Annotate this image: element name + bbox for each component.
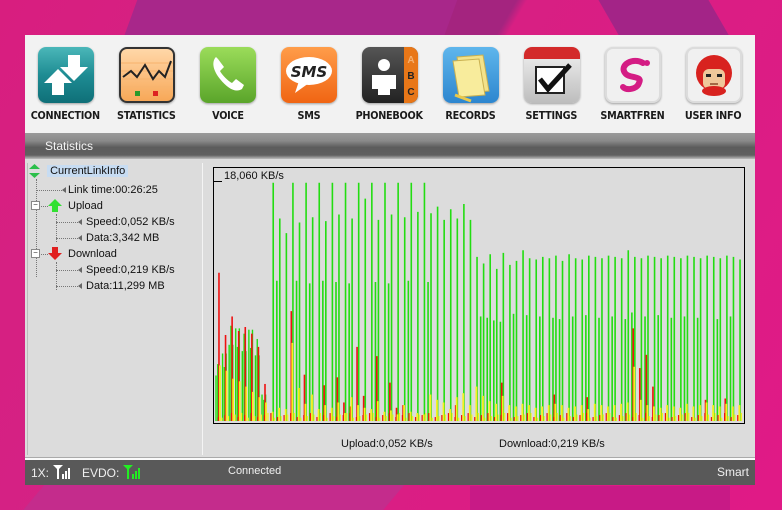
toolbar-phonebook-button[interactable]: ABC PHONEBOOK bbox=[349, 35, 430, 133]
phonebook-letter: B bbox=[407, 71, 414, 82]
tree-node-current-link-info[interactable]: CurrentLinkInfo bbox=[29, 163, 129, 179]
toolbar-label: SETTINGS bbox=[525, 109, 578, 122]
signal-evdo-icon bbox=[123, 465, 140, 479]
phonebook-contact-icon: ABC bbox=[361, 47, 418, 103]
phone-handset-icon bbox=[199, 47, 256, 103]
tree-node-download[interactable]: Download bbox=[68, 246, 117, 262]
tree-leaf-icon bbox=[62, 187, 66, 193]
tree-node-download-speed[interactable]: Speed:0,219 KB/s bbox=[86, 262, 175, 278]
toolbar-voice-button[interactable]: VOICE bbox=[187, 35, 268, 133]
speed-chart-panel: 18,060 KB/s Upload:0,052 KB/s Download:0… bbox=[203, 163, 753, 457]
background-shape bbox=[598, 0, 732, 40]
toolbar-settings-button[interactable]: SETTINGS bbox=[511, 35, 592, 133]
speed-chart-plot bbox=[215, 182, 742, 421]
toolbar-label: STATISTICS bbox=[117, 109, 176, 122]
speed-chart: 18,060 KB/s bbox=[213, 167, 745, 424]
section-header: Statistics bbox=[25, 133, 755, 159]
tree-node-label: CurrentLinkInfo bbox=[47, 165, 129, 177]
tree-node-upload-data[interactable]: Data:3,342 MB bbox=[86, 230, 159, 246]
tree-node-upload[interactable]: Upload bbox=[68, 198, 103, 214]
ymax-tick bbox=[214, 181, 222, 182]
toolbar-user-info-button[interactable]: USER INFO bbox=[673, 35, 754, 133]
toolbar-statistics-button[interactable]: STATISTICS bbox=[106, 35, 187, 133]
background-shape bbox=[470, 486, 730, 510]
section-title: Statistics bbox=[45, 139, 94, 153]
tree-connector bbox=[56, 222, 80, 223]
evdo-label: EVDO: bbox=[82, 466, 120, 480]
toolbar-label: SMARTFREN bbox=[600, 109, 665, 122]
upload-speed-readout: Upload:0,052 KB/s bbox=[341, 438, 433, 450]
tree-leaf-icon bbox=[78, 219, 82, 225]
phonebook-letter: A bbox=[407, 55, 414, 66]
notepad-icon bbox=[442, 47, 499, 103]
toolbar-smartfren-button[interactable]: SMARTFREN bbox=[592, 35, 673, 133]
main-toolbar: CONNECTION STATISTICS VOICE SMS SMS ABC … bbox=[25, 35, 755, 133]
toolbar-label: PHONEBOOK bbox=[355, 109, 424, 122]
tree-connector bbox=[56, 286, 80, 287]
toolbar-sms-button[interactable]: SMS SMS bbox=[268, 35, 349, 133]
sms-bubble-icon: SMS bbox=[280, 47, 337, 103]
toolbar-label: USER INFO bbox=[685, 109, 742, 122]
download-arrow-icon bbox=[48, 247, 62, 260]
status-bar: 1X: EVDO: Connected Smart bbox=[25, 460, 755, 485]
phonebook-letter: C bbox=[407, 87, 414, 98]
toolbar-label: SMS bbox=[297, 109, 320, 122]
updown-arrows-icon bbox=[29, 164, 40, 179]
upload-arrow-icon bbox=[48, 199, 62, 212]
tree-node-upload-speed[interactable]: Speed:0,052 KB/s bbox=[86, 214, 175, 230]
sms-icon-text: SMS bbox=[290, 63, 327, 81]
ymax-label: 18,060 KB/s bbox=[224, 170, 284, 182]
link-info-tree[interactable]: CurrentLinkInfo Link time:00:26:25 − Upl… bbox=[27, 163, 204, 455]
connection-arrows-icon bbox=[37, 47, 94, 103]
toolbar-label: VOICE bbox=[211, 109, 244, 122]
tree-leaf-icon bbox=[78, 267, 82, 273]
operator-name: Smart bbox=[716, 465, 749, 479]
tree-connector bbox=[56, 270, 80, 271]
toolbar-label: CONNECTION bbox=[30, 109, 101, 122]
toolbar-records-button[interactable]: RECORDS bbox=[430, 35, 511, 133]
connection-status: Connected bbox=[228, 465, 282, 477]
collapse-download-toggle[interactable]: − bbox=[31, 249, 40, 258]
tree-connector bbox=[56, 238, 80, 239]
statistics-chart-icon bbox=[118, 47, 175, 103]
tree-connector bbox=[36, 179, 37, 277]
statistics-content: CurrentLinkInfo Link time:00:26:25 − Upl… bbox=[25, 159, 755, 457]
tree-node-link-time[interactable]: Link time:00:26:25 bbox=[68, 182, 158, 198]
download-speed-readout: Download:0,219 KB/s bbox=[499, 438, 605, 450]
onex-label: 1X: bbox=[31, 466, 50, 480]
tree-connector bbox=[36, 190, 64, 191]
signal-1x-icon bbox=[53, 465, 70, 479]
tree-leaf-icon bbox=[78, 235, 82, 241]
user-avatar-icon bbox=[685, 47, 742, 103]
toolbar-label: RECORDS bbox=[445, 109, 496, 122]
collapse-upload-toggle[interactable]: − bbox=[31, 201, 40, 210]
tree-node-download-data[interactable]: Data:11,299 MB bbox=[86, 278, 165, 294]
smartfren-logo-icon bbox=[604, 47, 661, 103]
app-window: CONNECTION STATISTICS VOICE SMS SMS ABC … bbox=[25, 35, 755, 485]
checkbox-settings-icon bbox=[523, 47, 580, 103]
tree-leaf-icon bbox=[78, 283, 82, 289]
background-shape bbox=[122, 0, 458, 40]
toolbar-connection-button[interactable]: CONNECTION bbox=[25, 35, 106, 133]
